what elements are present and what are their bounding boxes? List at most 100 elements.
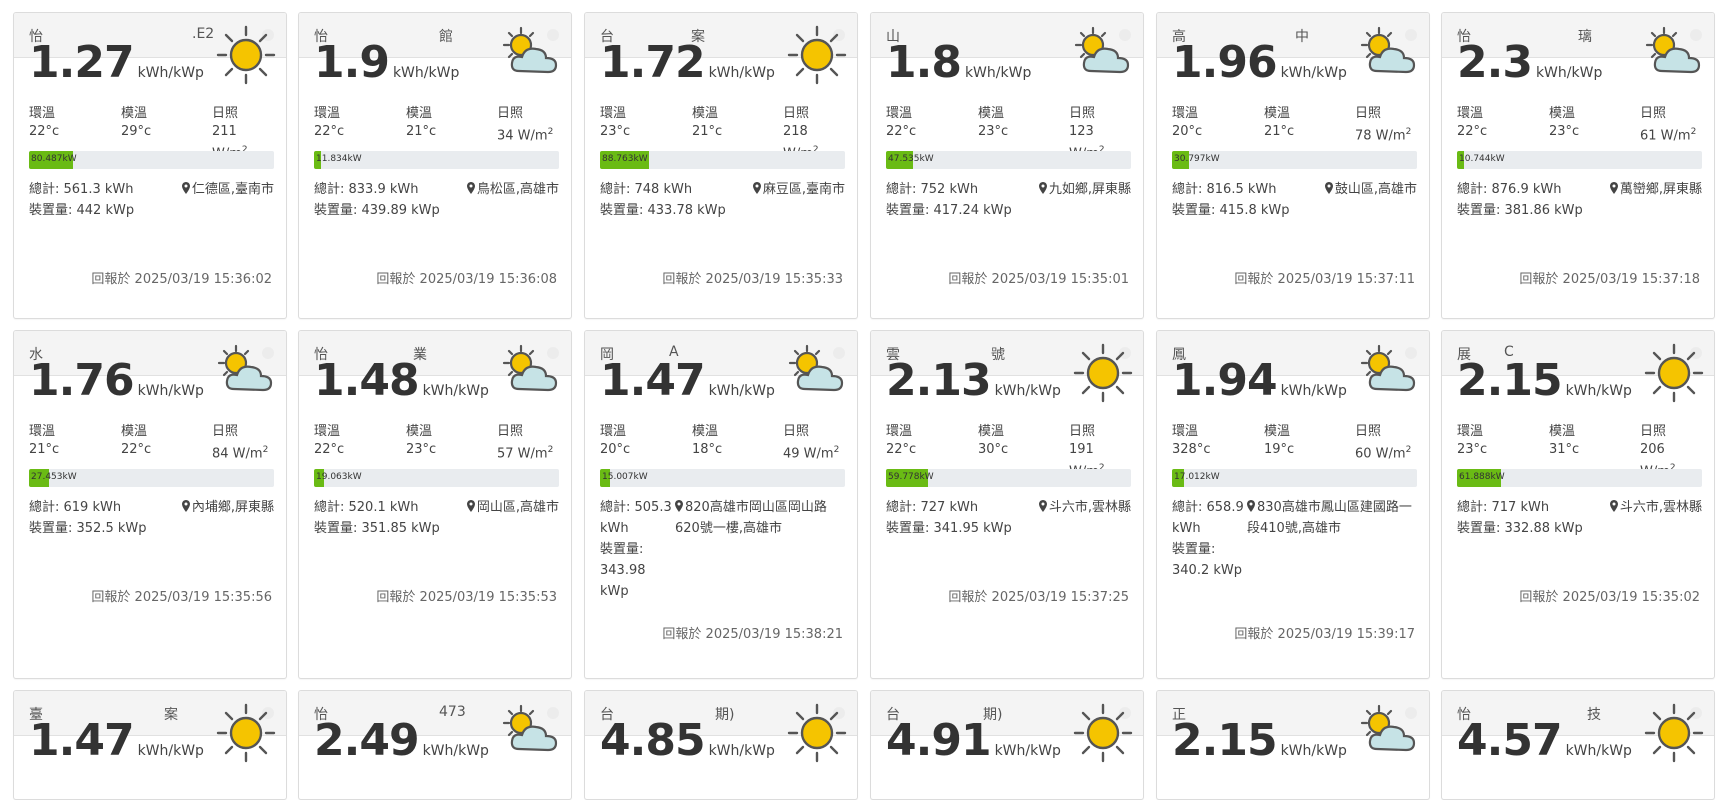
metrics-row: 環溫23°c模溫31°c日照206 W/m2 <box>1457 423 1702 479</box>
site-card[interactable]: 雲號2.13kWh/kWp環溫22°c模溫30°c日照191 W/m259.77… <box>870 330 1144 679</box>
reported-label: 回報於 <box>1519 590 1563 605</box>
total-label: 總計: <box>314 500 349 515</box>
site-card[interactable]: 怡技 4.57 kWh/kWp <box>1441 690 1715 800</box>
power-bar: 61.888kW <box>1457 469 1702 487</box>
site-card[interactable]: 怡 473 2.49 kWh/kWp <box>298 690 572 800</box>
yield-display: 1.48 kWh/kWp <box>314 355 489 406</box>
yield-unit: kWh/kWp <box>994 743 1061 759</box>
location: 鼓山區,高雄市 <box>1324 179 1417 200</box>
reported-label: 回報於 <box>948 590 992 605</box>
total-label: 總計: <box>29 500 64 515</box>
ambient-temp: 環溫 23°c <box>600 105 630 141</box>
total-value: 619 kWh <box>63 500 122 515</box>
yield-display: 2.49 kWh/kWp <box>314 715 489 766</box>
installed-capacity: 裝置量: 417.24 kWp <box>886 200 1012 221</box>
yield-unit: kWh/kWp <box>708 743 775 759</box>
site-card[interactable]: 怡.E21.27kWh/kWp環溫22°c模溫29°c日照211 W/m280.… <box>13 12 287 319</box>
card-body: 台案1.72kWh/kWp環溫23°c模溫21°c日照218 W/m288.76… <box>585 13 857 318</box>
total-label: 總計: <box>29 182 64 197</box>
card-body: 山1.8kWh/kWp環溫22°c模溫23°c日照123 W/m247.535k… <box>871 13 1143 318</box>
power-bar-label: 61.888kW <box>1459 472 1505 482</box>
location-pin-icon <box>675 500 685 515</box>
site-card[interactable]: 高中 1.96 kWh/kWp 環溫 20°c 模溫 21°c 日照 78 W/m2 30.797… <box>1156 12 1430 319</box>
total-energy: 總計: 561.3 kWh <box>29 179 134 200</box>
total-energy: 總計: 619 kWh <box>29 497 121 518</box>
yield-display: 4.91 kWh/kWp <box>886 715 1061 766</box>
card-body: 怡業 1.48 kWh/kWp 環溫 22°c 模溫 23°c 日照 57 W/m2 19.063… <box>299 331 571 678</box>
total-label: 總計: <box>1457 182 1492 197</box>
reported-value: 2025/03/19 15:36:08 <box>419 272 557 287</box>
module-temp: 模溫 23°c <box>406 423 436 459</box>
location-value: 830高雄市鳳山區建國路一段410號,高雄市 <box>1247 500 1412 536</box>
site-card[interactable]: 怡璃 2.3 kWh/kWp 環溫 22°c 模溫 23°c 日照 61 W/m2 10.744k… <box>1441 12 1715 319</box>
location-value: 萬巒鄉,屏東縣 <box>1619 182 1702 197</box>
irradiance-label: 日照 <box>497 106 524 121</box>
ambient-temp-value: 23°c <box>600 124 631 139</box>
ambient-temp-label: 環溫 <box>886 106 913 121</box>
total-energy: 總計: 505.3 kWh <box>600 497 675 539</box>
capacity-label: 裝置量: <box>600 203 648 218</box>
site-card[interactable]: 台期) 4.85 kWh/kWp <box>584 690 858 800</box>
ambient-temp-label: 環溫 <box>600 424 627 439</box>
site-card[interactable]: 怡業 1.48 kWh/kWp 環溫 22°c 模溫 23°c 日照 57 W/m2 19.063… <box>298 330 572 679</box>
location: 萬巒鄉,屏東縣 <box>1609 179 1702 200</box>
total-energy: 總計: 876.9 kWh <box>1457 179 1562 200</box>
ambient-temp-label: 環溫 <box>29 424 56 439</box>
installed-capacity: 裝置量: 439.89 kWp <box>314 200 440 221</box>
site-card[interactable]: 岡 A 1.47 kWh/kWp 環溫 20°c 模溫 18°c 日照 49 W/m2 15.007… <box>584 330 858 679</box>
ambient-temp-value: 22°c <box>1457 124 1488 139</box>
reported-value: 2025/03/19 15:35:33 <box>705 272 843 287</box>
power-bar: 10.744kW <box>1457 151 1702 169</box>
site-card[interactable]: 怡館 1.9 kWh/kWp 環溫 22°c 模溫 21°c 日照 34 W/m2 11.834k… <box>298 12 572 319</box>
capacity-label: 裝置量: <box>29 521 77 536</box>
reported-time: 回報於 2025/03/19 15:35:33 <box>662 268 843 287</box>
location-pin-icon <box>1324 182 1335 197</box>
capacity-value: 352.5 kWp <box>76 521 147 536</box>
reported-value: 2025/03/19 15:38:21 <box>705 627 843 642</box>
power-bar-label: 47.535kW <box>888 154 934 164</box>
reported-value: 2025/03/19 15:35:53 <box>419 590 557 605</box>
site-card[interactable]: 正 2.15 kWh/kWp <box>1156 690 1430 800</box>
site-card[interactable]: 水 1.76 kWh/kWp 環溫 21°c 模溫 22°c 日照 84 W/m2 27.453k… <box>13 330 287 679</box>
ambient-temp: 環溫 22°c <box>29 105 59 141</box>
location-pin-icon <box>1609 182 1620 197</box>
module-temp-label: 模溫 <box>1264 106 1291 121</box>
module-temp-label: 模溫 <box>121 106 148 121</box>
total-energy: 總計: 717 kWh <box>1457 497 1549 518</box>
reported-label: 回報於 <box>1519 272 1563 287</box>
reported-value: 2025/03/19 15:37:11 <box>1277 272 1415 287</box>
reported-label: 回報於 <box>91 590 135 605</box>
ambient-temp-label: 環溫 <box>29 106 56 121</box>
installed-capacity: 裝置量: 381.86 kWp <box>1457 200 1583 221</box>
partly-cloudy-icon <box>501 25 561 85</box>
ambient-temp-value: 22°c <box>29 124 60 139</box>
location: 九如鄉,屏東縣 <box>1038 179 1131 200</box>
power-bar-label: 27.453kW <box>31 472 77 482</box>
site-card[interactable]: 台案1.72kWh/kWp環溫23°c模溫21°c日照218 W/m288.76… <box>584 12 858 319</box>
power-bar-label: 88.763kW <box>602 154 648 164</box>
card-body: 怡館 1.9 kWh/kWp 環溫 22°c 模溫 21°c 日照 34 W/m2 11.834k… <box>299 13 571 318</box>
capacity-label: 裝置量: <box>1172 203 1220 218</box>
power-bar-label: 19.063kW <box>316 472 362 482</box>
installed-capacity: 裝置量: 341.95 kWp <box>886 518 1012 539</box>
site-card[interactable]: 台期) 4.91 kWh/kWp <box>870 690 1144 800</box>
total-value: 727 kWh <box>920 500 979 515</box>
yield-value: 2.49 <box>314 715 420 766</box>
card-body: 臺案 1.47 kWh/kWp <box>14 691 286 799</box>
sun-icon <box>1073 703 1133 763</box>
metrics-row: 環溫22°c模溫29°c日照211 W/m2 <box>29 105 274 161</box>
ambient-temp-value: 22°c <box>314 442 345 457</box>
site-card[interactable]: 山1.8kWh/kWp環溫22°c模溫23°c日照123 W/m247.535k… <box>870 12 1144 319</box>
module-temp: 模溫 19°c <box>1264 423 1294 459</box>
reported-time: 回報於 2025/03/19 15:37:25 <box>948 586 1129 605</box>
total-value: 748 kWh <box>634 182 693 197</box>
site-card[interactable]: 臺案 1.47 kWh/kWp <box>13 690 287 800</box>
site-card[interactable]: 展C2.15kWh/kWp環溫23°c模溫31°c日照206 W/m261.88… <box>1441 330 1715 679</box>
card-body: 怡 473 2.49 kWh/kWp <box>299 691 571 799</box>
yield-unit: kWh/kWp <box>708 383 775 399</box>
ambient-temp: 環溫 22°c <box>314 423 344 459</box>
irradiance: 日照 60 W/m2 <box>1355 423 1417 463</box>
power-bar: 19.063kW <box>314 469 559 487</box>
site-card[interactable]: 鳳 1.94 kWh/kWp 環溫 328°c 模溫 19°c 日照 60 W/m2 17.012… <box>1156 330 1430 679</box>
sun-icon <box>216 703 276 763</box>
